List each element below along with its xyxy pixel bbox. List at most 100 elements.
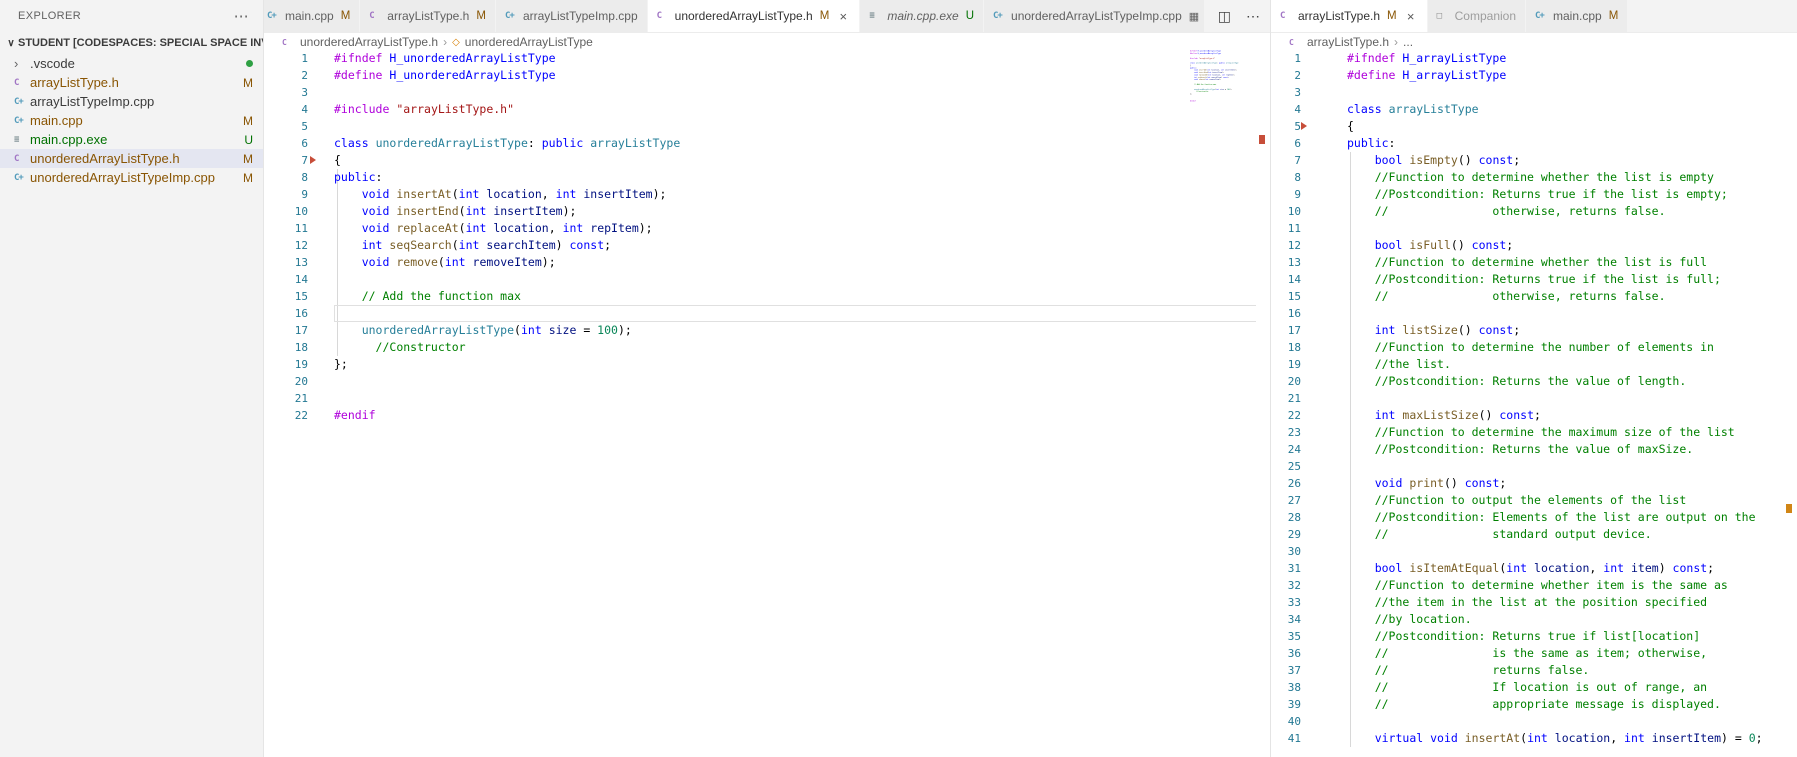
code-line[interactable]: 18 //Constructor — [264, 339, 1270, 356]
breadcrumb-symbol[interactable]: unorderedArrayListType — [465, 35, 593, 49]
code-line[interactable]: 3 — [1271, 84, 1797, 101]
code-line[interactable]: 14 — [264, 271, 1270, 288]
code-line[interactable]: 16 — [264, 305, 1270, 322]
code-line[interactable]: 11 void replaceAt(int location, int repI… — [264, 220, 1270, 237]
workspace-section-header[interactable]: ∨ STUDENT [CODESPACES: SPECIAL SPACE INV… — [0, 32, 263, 54]
split-editor-icon[interactable]: ◫ — [1218, 8, 1231, 25]
tab-main.cpp[interactable]: C+ main.cpp M — [1526, 0, 1629, 32]
line-number[interactable]: 8 — [264, 169, 308, 186]
code-line[interactable]: 13 //Function to determine whether the l… — [1271, 254, 1797, 271]
file-item-arrayListType.h[interactable]: CarrayListType.h M — [0, 73, 263, 92]
breadcrumb-file[interactable]: arrayListType.h — [1307, 35, 1389, 49]
line-number[interactable]: 21 — [1271, 390, 1301, 407]
overview-ruler[interactable] — [1783, 50, 1797, 757]
line-number[interactable]: 4 — [264, 101, 308, 118]
code-line[interactable]: 14 //Postcondition: Returns true if the … — [1271, 271, 1797, 288]
code-line[interactable]: 16 — [1271, 305, 1797, 322]
code-line[interactable]: 36 // is the same as item; otherwise, — [1271, 645, 1797, 662]
code-line[interactable]: 17 unorderedArrayListType(int size = 100… — [264, 322, 1270, 339]
tab-main.cpp[interactable]: C+ main.cpp M — [264, 0, 361, 32]
line-number[interactable]: 1 — [264, 50, 308, 67]
code-line[interactable]: 21 — [1271, 390, 1797, 407]
line-number[interactable]: 15 — [1271, 288, 1301, 305]
file-item-unorderedArrayListType.h[interactable]: CunorderedArrayListType.h M — [0, 149, 263, 168]
git-deleted-marker[interactable] — [310, 156, 316, 164]
line-number[interactable]: 4 — [1271, 101, 1301, 118]
line-number[interactable]: 17 — [1271, 322, 1301, 339]
tab-unorderedArrayListTypeImp.cpp[interactable]: C+ unorderedArrayListTypeImp.cpp ▦ — [984, 0, 1204, 32]
line-number[interactable]: 5 — [264, 118, 308, 135]
line-number[interactable]: 10 — [1271, 203, 1301, 220]
git-deleted-marker[interactable] — [1301, 122, 1307, 130]
code-line[interactable]: 28 //Postcondition: Elements of the list… — [1271, 509, 1797, 526]
code-line[interactable]: 10 // otherwise, returns false. — [1271, 203, 1797, 220]
code-line[interactable]: 15 // Add the function max — [264, 288, 1270, 305]
code-line[interactable]: 19}; — [264, 356, 1270, 373]
code-line[interactable]: 23 //Function to determine the maximum s… — [1271, 424, 1797, 441]
line-number[interactable]: 5 — [1271, 118, 1301, 135]
code-line[interactable]: 34 //by location. — [1271, 611, 1797, 628]
code-line[interactable]: 9 //Postcondition: Returns true if the l… — [1271, 186, 1797, 203]
line-number[interactable]: 40 — [1271, 713, 1301, 730]
minimap[interactable]: #ifndef H_unorderedArrayListType #define … — [1190, 50, 1254, 180]
code-line[interactable]: 18 //Function to determine the number of… — [1271, 339, 1797, 356]
code-line[interactable]: 7{ — [264, 152, 1270, 169]
code-line[interactable]: 9 void insertAt(int location, int insert… — [264, 186, 1270, 203]
code-line[interactable]: 32 //Function to determine whether item … — [1271, 577, 1797, 594]
file-item-unorderedArrayListTypeImp.cpp[interactable]: C+ unorderedArrayListTypeImp.cpp M — [0, 168, 263, 187]
code-line[interactable]: 1 #ifndef H_arrayListType — [1271, 50, 1797, 67]
line-number[interactable]: 12 — [264, 237, 308, 254]
line-number[interactable]: 10 — [264, 203, 308, 220]
tab-arrayListTypeImp.cpp[interactable]: C+ arrayListTypeImp.cpp — [495, 0, 648, 32]
code-line[interactable]: 24 //Postcondition: Returns the value of… — [1271, 441, 1797, 458]
code-line[interactable]: 15 // otherwise, returns false. — [1271, 288, 1797, 305]
tab-Companion[interactable]: □ Companion — [1427, 0, 1527, 32]
line-number[interactable]: 38 — [1271, 679, 1301, 696]
code-line[interactable]: 8 public: — [264, 169, 1270, 186]
code-line[interactable]: 6 class unorderedArrayListType: public ar… — [264, 135, 1270, 152]
line-number[interactable]: 33 — [1271, 594, 1301, 611]
tab-arrayListType.h[interactable]: CarrayListType.h M — [360, 0, 496, 32]
code-line[interactable]: 6 public: — [1271, 135, 1797, 152]
code-line[interactable]: 35 //Postcondition: Returns true if list… — [1271, 628, 1797, 645]
code-editor-arrayListType.h[interactable]: 1 #ifndef H_arrayListType 2 #define H_array… — [1271, 50, 1797, 757]
code-line[interactable]: 39 // appropriate message is displayed. — [1271, 696, 1797, 713]
line-number[interactable]: 15 — [264, 288, 308, 305]
line-number[interactable]: 19 — [1271, 356, 1301, 373]
line-number[interactable]: 14 — [264, 271, 308, 288]
line-number[interactable]: 7 — [264, 152, 308, 169]
line-number[interactable]: 13 — [264, 254, 308, 271]
line-number[interactable]: 21 — [264, 390, 308, 407]
line-number[interactable]: 23 — [1271, 424, 1301, 441]
file-item-main.cpp.exe[interactable]: ≡ main.cpp.exe U — [0, 130, 263, 149]
line-number[interactable]: 39 — [1271, 696, 1301, 713]
code-line[interactable]: 37 // returns false. — [1271, 662, 1797, 679]
line-number[interactable]: 6 — [264, 135, 308, 152]
line-number[interactable]: 41 — [1271, 730, 1301, 747]
line-number[interactable]: 31 — [1271, 560, 1301, 577]
code-line[interactable]: 31 bool isItemAtEqual(int location, int … — [1271, 560, 1797, 577]
line-number[interactable]: 29 — [1271, 526, 1301, 543]
line-number[interactable]: 25 — [1271, 458, 1301, 475]
code-line[interactable]: 20 //Postcondition: Returns the value of… — [1271, 373, 1797, 390]
line-number[interactable]: 18 — [264, 339, 308, 356]
code-line[interactable]: 4 #include "arrayListType.h" — [264, 101, 1270, 118]
line-number[interactable]: 20 — [264, 373, 308, 390]
tab-unorderedArrayListType.h[interactable]: CunorderedArrayListType.h M × — [647, 0, 861, 32]
code-line[interactable]: 22 #endif — [264, 407, 1270, 424]
breadcrumb-symbol[interactable]: ... — [1403, 35, 1413, 49]
tab-settings-icon[interactable]: ▦ — [1189, 10, 1199, 23]
code-line[interactable]: 12 bool isFull() const; — [1271, 237, 1797, 254]
line-number[interactable]: 22 — [1271, 407, 1301, 424]
code-line[interactable]: 13 void remove(int removeItem); — [264, 254, 1270, 271]
code-line[interactable]: 1 #ifndef H_unorderedArrayListType — [264, 50, 1270, 67]
file-item-.vscode[interactable]: › .vscode — [0, 54, 263, 73]
tab-arrayListType.h[interactable]: CarrayListType.h M × — [1271, 0, 1428, 32]
code-line[interactable]: 41 virtual void insertAt(int location, i… — [1271, 730, 1797, 747]
more-actions-icon[interactable]: ⋯ — [234, 7, 249, 25]
close-icon[interactable]: × — [836, 9, 850, 24]
code-line[interactable]: 21 — [264, 390, 1270, 407]
code-line[interactable]: 27 //Function to output the elements of … — [1271, 492, 1797, 509]
line-number[interactable]: 19 — [264, 356, 308, 373]
line-number[interactable]: 18 — [1271, 339, 1301, 356]
